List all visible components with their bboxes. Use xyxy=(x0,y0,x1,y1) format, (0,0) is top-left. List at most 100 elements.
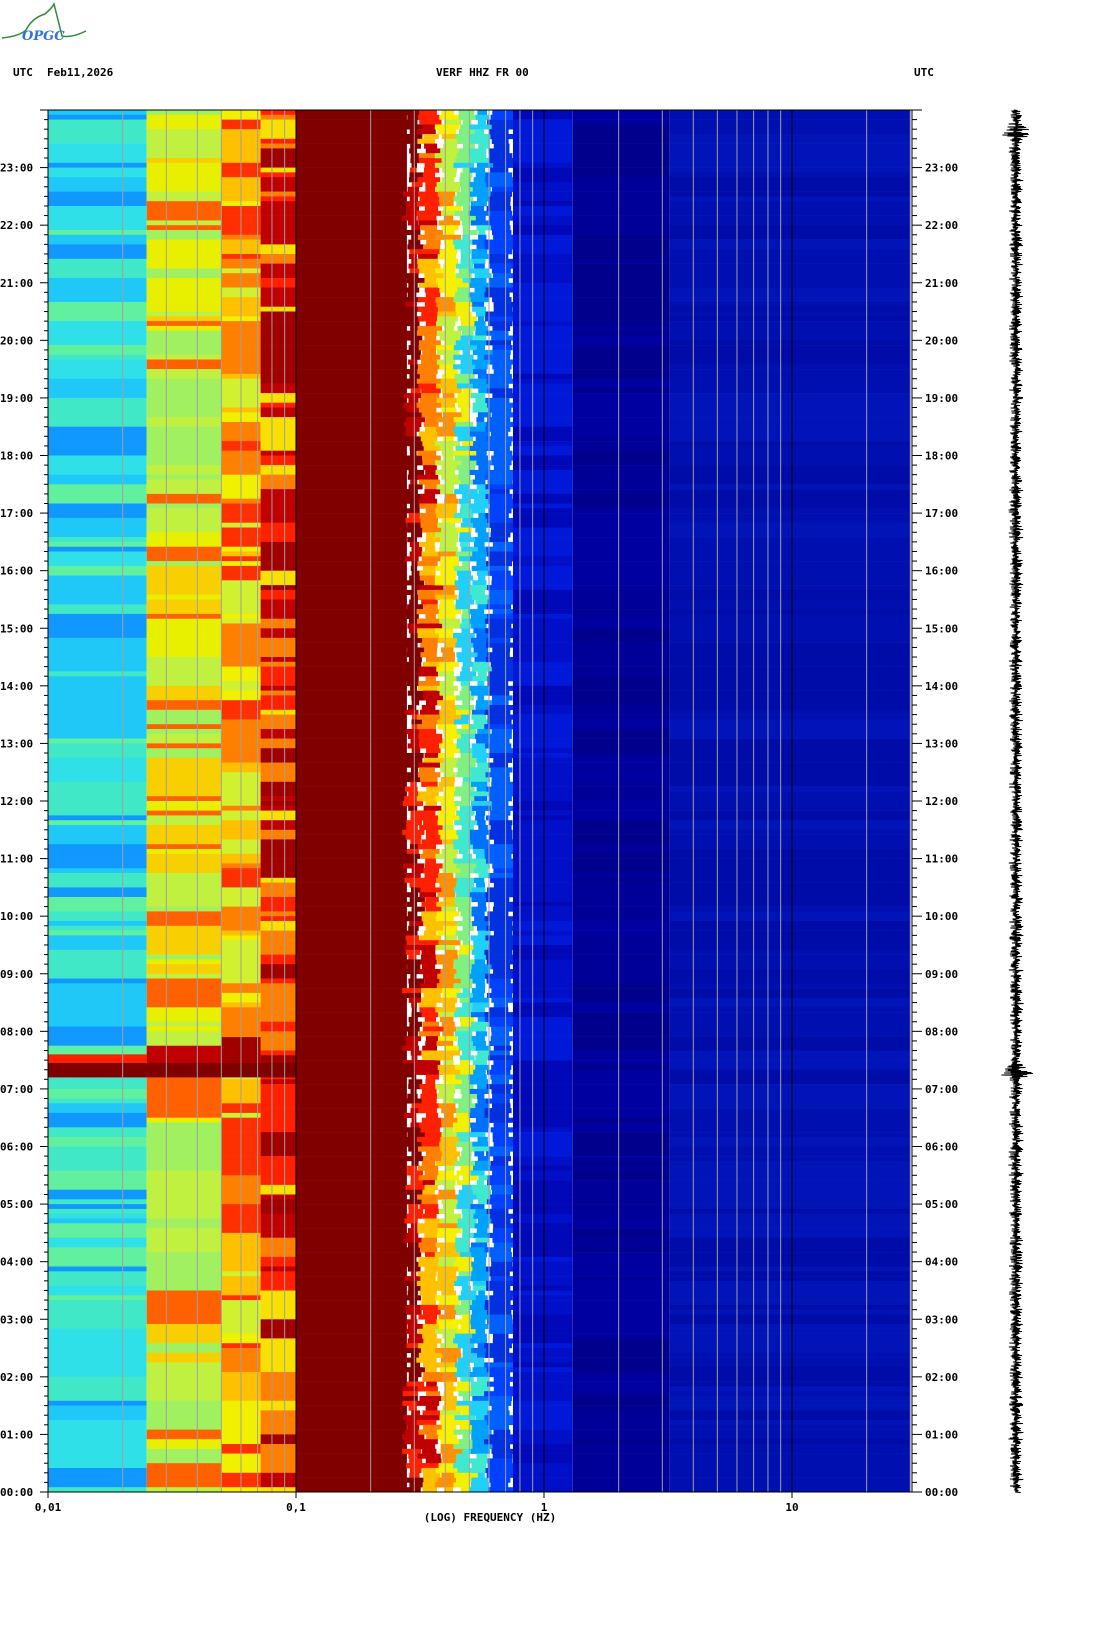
heatmap-cell xyxy=(572,546,670,552)
heatmap-cell xyxy=(260,153,296,159)
heatmap-cell xyxy=(669,623,911,629)
heatmap-cell xyxy=(572,110,670,116)
heatmap-cell xyxy=(48,330,147,336)
heatmap-cell xyxy=(260,681,296,687)
heatmap-cell xyxy=(437,311,458,317)
heatmap-cell xyxy=(146,724,222,730)
heatmap-cell xyxy=(260,301,296,307)
heatmap-cell xyxy=(146,1357,222,1363)
heatmap-cell xyxy=(513,1453,573,1459)
heatmap-cell xyxy=(572,642,670,648)
heatmap-cell xyxy=(296,863,407,869)
heatmap-cell xyxy=(260,1463,296,1469)
heatmap-cell xyxy=(453,450,476,456)
heatmap-cell xyxy=(260,1040,296,1046)
heatmap-cell xyxy=(669,1007,911,1013)
heatmap-cell xyxy=(296,786,407,792)
heatmap-cell xyxy=(296,479,407,485)
heatmap-cell xyxy=(48,1300,147,1306)
heatmap-cell xyxy=(513,1002,573,1008)
heatmap-cell xyxy=(469,1088,489,1094)
y-tick-label-left: 22:00 xyxy=(0,219,33,232)
heatmap-cell xyxy=(421,1012,440,1018)
heatmap-cell xyxy=(146,292,222,298)
heatmap-cell xyxy=(470,1204,485,1210)
heatmap-cell xyxy=(475,330,488,336)
heatmap-cell xyxy=(48,628,147,634)
heatmap-cell xyxy=(260,1352,296,1358)
heatmap-cell xyxy=(669,301,911,307)
heatmap-cell xyxy=(146,1314,222,1320)
heatmap-cell xyxy=(437,1271,457,1277)
heatmap-cell xyxy=(296,935,407,941)
heatmap-cell xyxy=(422,527,444,533)
heatmap-cell xyxy=(492,647,511,653)
heatmap-cell xyxy=(669,321,911,327)
heatmap-cell xyxy=(260,762,296,768)
heatmap-cell xyxy=(422,1472,441,1478)
heatmap-cell xyxy=(146,527,222,533)
heatmap-cell xyxy=(260,455,296,461)
heatmap-cell xyxy=(409,167,417,173)
heatmap-cell xyxy=(417,129,436,135)
heatmap-cell xyxy=(572,1228,670,1234)
heatmap-cell xyxy=(146,249,222,255)
heatmap-cell xyxy=(669,834,911,840)
heatmap-cell xyxy=(296,1141,407,1147)
heatmap-cell xyxy=(572,1372,670,1378)
heatmap-cell xyxy=(442,825,454,831)
heatmap-cell xyxy=(468,148,487,154)
heatmap-cell xyxy=(669,1122,911,1128)
heatmap-cell xyxy=(48,460,147,466)
heatmap-cell xyxy=(296,445,407,451)
heatmap-cell xyxy=(669,618,911,624)
heatmap-cell xyxy=(418,1146,441,1152)
heatmap-cell xyxy=(454,1280,469,1286)
heatmap-cell xyxy=(669,397,911,403)
heatmap-cell xyxy=(513,441,573,447)
heatmap-cell xyxy=(48,1348,147,1354)
heatmap-cell xyxy=(48,887,147,893)
heatmap-cell xyxy=(403,1237,423,1243)
heatmap-cell xyxy=(403,349,421,355)
heatmap-cell xyxy=(420,1285,444,1291)
heatmap-cell xyxy=(260,738,296,744)
heatmap-cell xyxy=(457,287,470,293)
heatmap-cell xyxy=(260,1444,296,1450)
heatmap-cell xyxy=(439,1247,456,1253)
heatmap-cell xyxy=(296,388,407,394)
heatmap-cell xyxy=(296,225,407,231)
heatmap-cell xyxy=(472,249,488,255)
heatmap-cell xyxy=(260,1223,296,1229)
y-tick-label-left: 16:00 xyxy=(0,565,33,578)
heatmap-cell xyxy=(669,901,911,907)
heatmap-cell xyxy=(260,623,296,629)
heatmap-cell xyxy=(438,1300,460,1306)
heatmap-cell xyxy=(572,1117,670,1123)
heatmap-cell xyxy=(260,215,296,221)
heatmap-cell xyxy=(402,1391,418,1397)
heatmap-cell xyxy=(260,1016,296,1022)
heatmap-cell xyxy=(260,1127,296,1133)
heatmap-cell xyxy=(513,753,573,759)
heatmap-cell xyxy=(572,762,670,768)
heatmap-cell xyxy=(146,772,222,778)
heatmap-cell xyxy=(146,911,222,917)
heatmap-cell xyxy=(444,642,456,648)
heatmap-cell xyxy=(434,1252,463,1258)
heatmap-cell xyxy=(296,1165,407,1171)
heatmap-cell xyxy=(146,234,222,240)
heatmap-cell xyxy=(470,767,489,773)
heatmap-cell xyxy=(48,945,147,951)
heatmap-cell xyxy=(260,522,296,528)
heatmap-cell xyxy=(438,1324,459,1330)
heatmap-cell xyxy=(48,1184,147,1190)
heatmap-cell xyxy=(436,503,457,509)
heatmap-cell xyxy=(572,316,670,322)
heatmap-cell xyxy=(409,1458,423,1464)
heatmap-cell xyxy=(478,143,490,149)
heatmap-cell xyxy=(572,383,670,389)
heatmap-cell xyxy=(48,604,147,610)
heatmap-cell xyxy=(421,393,440,399)
heatmap-cell xyxy=(260,201,296,207)
